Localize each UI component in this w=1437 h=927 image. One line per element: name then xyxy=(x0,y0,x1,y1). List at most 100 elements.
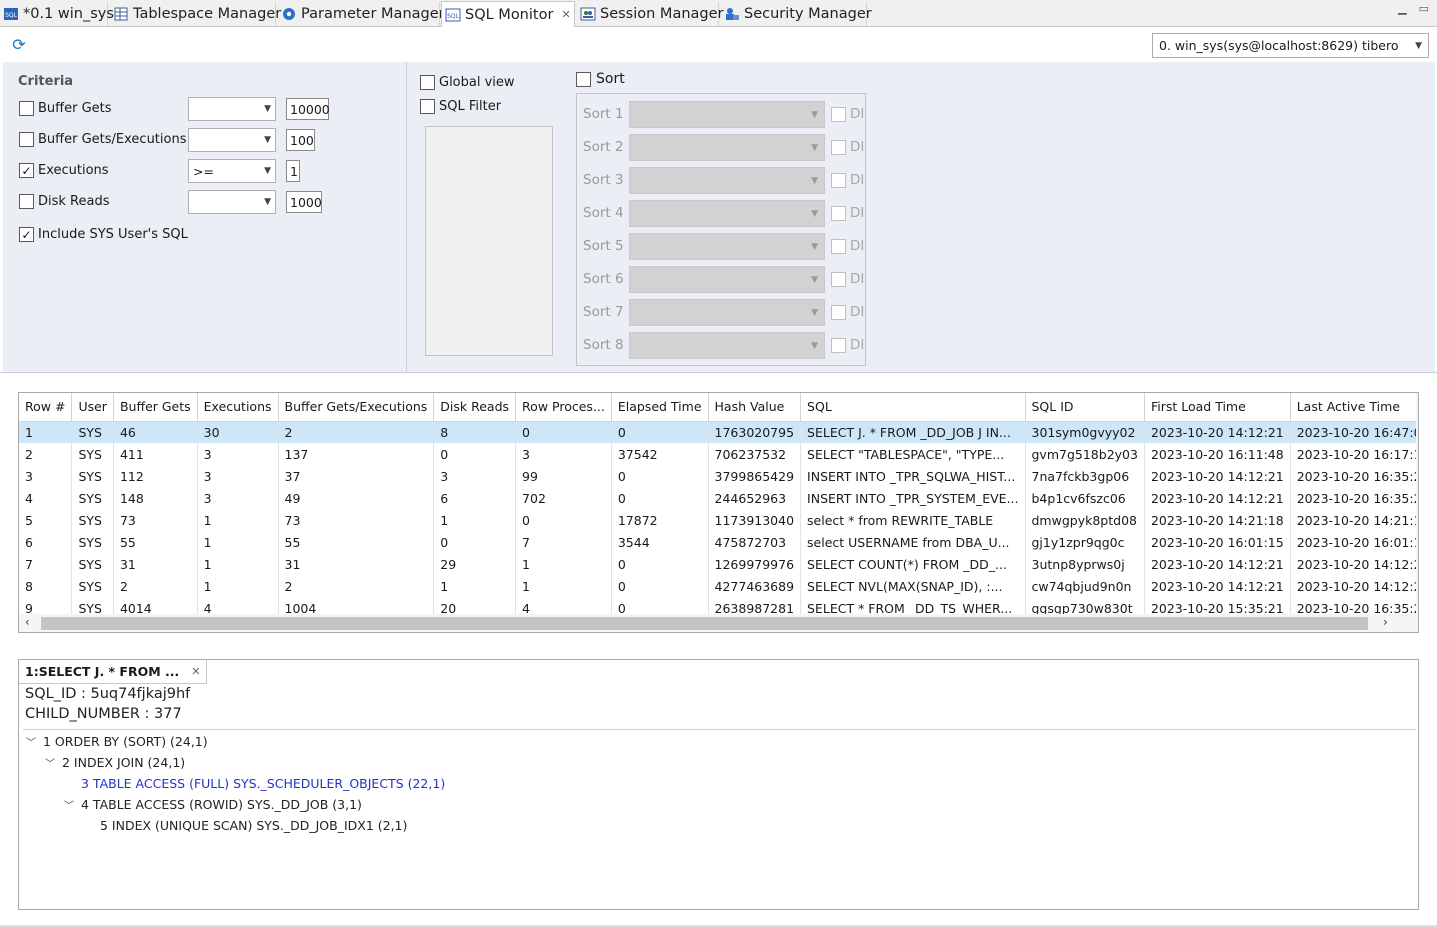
chevron-down-icon[interactable]: ﹀ xyxy=(63,797,75,812)
global-view-option[interactable]: Global view xyxy=(420,75,515,90)
chevron-down-icon[interactable]: ﹀ xyxy=(44,755,56,770)
tab-win-sys[interactable]: SQL *0.1 win_sys xyxy=(0,2,114,26)
maximize-icon[interactable]: ▭ xyxy=(1419,2,1429,15)
sort-3-select[interactable]: ▼ xyxy=(629,167,825,194)
table-row[interactable]: 7 SYS 31 1 31 29 1 0 1269979976 SELECT COUNT(*) F… xyxy=(19,553,1418,575)
horizontal-scrollbar[interactable]: ‹ › xyxy=(19,614,1418,632)
close-icon[interactable]: ✕ xyxy=(561,8,570,21)
executions-value[interactable]: 1 xyxy=(286,160,300,182)
sort-7-desc-checkbox[interactable] xyxy=(831,304,846,320)
disk-reads-option[interactable]: Disk Reads xyxy=(19,194,110,209)
table-cell: 2023-10-20 16:35:2 xyxy=(1290,487,1418,509)
plan-node[interactable]: ﹀ 2 INDEX JOIN (24,1) xyxy=(44,755,185,770)
sort-3-desc[interactable]: DI xyxy=(831,172,864,188)
sort-6-select[interactable]: ▼ xyxy=(629,266,825,293)
col-header-row-num[interactable]: Row # xyxy=(19,393,73,422)
sort-4-select[interactable]: ▼ xyxy=(629,200,825,227)
sql-result-grid[interactable]: Row # User Buffer Gets Executions Buffer… xyxy=(18,392,1419,633)
table-row[interactable]: 4 SYS 148 3 49 6 702 0 244652963 INSERT INTO _TPR… xyxy=(19,487,1418,509)
chevron-down-icon[interactable]: ﹀ xyxy=(25,734,37,749)
refresh-icon[interactable]: ⟳ xyxy=(10,36,28,54)
col-header-buffer-gets[interactable]: Buffer Gets xyxy=(113,393,198,422)
include-sys-option[interactable]: ✓ Include SYS User's SQL xyxy=(19,227,188,242)
table-cell: 99 xyxy=(515,465,612,487)
executions-checkbox[interactable]: ✓ xyxy=(19,163,34,178)
table-cell: 6 xyxy=(433,487,517,509)
buffer-gets-value[interactable]: 10000 xyxy=(286,98,330,120)
sql-filter-textarea[interactable] xyxy=(425,126,553,356)
plan-tab[interactable]: 1:SELECT J. * FROM ... ✕ xyxy=(19,660,208,684)
sort-1-select[interactable]: ▼ xyxy=(629,101,825,128)
sort-4-desc[interactable]: DI xyxy=(831,205,864,221)
plan-node[interactable]: ﹀ 1 ORDER BY (SORT) (24,1) xyxy=(25,734,208,749)
sort-4-desc-checkbox[interactable] xyxy=(831,205,846,221)
col-header-buffer-gets-exec[interactable]: Buffer Gets/Executions xyxy=(278,393,435,422)
sort-2-select[interactable]: ▼ xyxy=(629,134,825,161)
col-header-first-load-time[interactable]: First Load Time xyxy=(1144,393,1291,422)
tab-sql-monitor[interactable]: SQL SQL Monitor ✕ xyxy=(441,1,575,27)
buffer-gets-checkbox[interactable] xyxy=(19,101,34,116)
sort-1-desc-checkbox[interactable] xyxy=(831,106,846,122)
scroll-left-icon[interactable]: ‹ xyxy=(25,615,30,629)
table-row[interactable]: 1 SYS 46 30 2 8 0 0 1763020795 SELECT J. * FROM _… xyxy=(19,421,1418,443)
table-cell: select USERNAME from DBA_U... xyxy=(800,531,1026,553)
col-header-sql[interactable]: SQL xyxy=(800,393,1026,422)
table-row[interactable]: 3 SYS 112 3 37 3 99 0 3799865429 INSERT INTO _TPR… xyxy=(19,465,1418,487)
sort-option[interactable]: Sort xyxy=(576,71,625,87)
sort-5-select[interactable]: ▼ xyxy=(629,233,825,260)
col-header-rows-processed[interactable]: Row Proces... xyxy=(515,393,612,422)
col-header-disk-reads[interactable]: Disk Reads xyxy=(433,393,517,422)
sort-8-desc[interactable]: DI xyxy=(831,337,864,353)
tab-tablespace-manager[interactable]: Tablespace Manager xyxy=(110,2,281,26)
buffer-gets-operator[interactable]: ▼ xyxy=(188,97,276,121)
global-view-checkbox[interactable] xyxy=(420,75,435,90)
close-icon[interactable]: ✕ xyxy=(191,665,200,678)
col-header-executions[interactable]: Executions xyxy=(197,393,279,422)
disk-reads-operator[interactable]: ▼ xyxy=(188,190,276,214)
col-header-last-active-time[interactable]: Last Active Time xyxy=(1290,393,1418,422)
sort-1-desc[interactable]: DI xyxy=(831,106,864,122)
table-row[interactable]: 8 SYS 2 1 2 1 1 0 4277463689 SELECT NVL(MAX(SNAP_… xyxy=(19,575,1418,597)
sql-filter-option[interactable]: SQL Filter xyxy=(420,99,501,114)
buffer-gets-exec-operator[interactable]: ▼ xyxy=(188,128,276,152)
table-row[interactable]: 5 SYS 73 1 73 1 0 17872 1173913040 select * from … xyxy=(19,509,1418,531)
sort-2-desc[interactable]: DI xyxy=(831,139,864,155)
col-header-sql-id[interactable]: SQL ID xyxy=(1025,393,1145,422)
horizontal-scroll-thumb[interactable] xyxy=(41,617,1368,630)
col-header-user[interactable]: User xyxy=(71,393,114,422)
sort-5-desc[interactable]: DI xyxy=(831,238,864,254)
sql-filter-checkbox[interactable] xyxy=(420,99,435,114)
plan-node[interactable]: ﹀ 4 TABLE ACCESS (ROWID) SYS._DD_JOB (3,1… xyxy=(63,797,362,812)
sort-checkbox[interactable] xyxy=(576,71,591,87)
table-row[interactable]: 2 SYS 411 3 137 0 3 37542 706237532 SELECT "TABLE… xyxy=(19,443,1418,465)
buffer-gets-option[interactable]: Buffer Gets xyxy=(19,101,112,116)
sort-7-desc[interactable]: DI xyxy=(831,304,864,320)
buffer-gets-exec-checkbox[interactable] xyxy=(19,132,34,147)
buffer-gets-exec-option[interactable]: Buffer Gets/Executions xyxy=(19,132,186,147)
col-header-elapsed-time[interactable]: Elapsed Time xyxy=(611,393,709,422)
sort-8-select[interactable]: ▼ xyxy=(629,332,825,359)
buffer-gets-exec-value[interactable]: 100 xyxy=(286,129,315,151)
executions-operator[interactable]: >= ▼ xyxy=(188,159,276,183)
tab-security-manager[interactable]: Security Manager xyxy=(721,2,872,26)
tab-parameter-manager[interactable]: Parameter Manager xyxy=(278,2,445,26)
minimize-icon[interactable]: ▁ xyxy=(1398,2,1406,15)
sort-6-desc-checkbox[interactable] xyxy=(831,271,846,287)
connection-select[interactable]: 0. win_sys(sys@localhost:8629) tibero ▼ xyxy=(1152,33,1429,58)
sort-2-desc-checkbox[interactable] xyxy=(831,139,846,155)
executions-option[interactable]: ✓ Executions xyxy=(19,163,109,178)
sort-8-desc-checkbox[interactable] xyxy=(831,337,846,353)
include-sys-checkbox[interactable]: ✓ xyxy=(19,227,34,242)
plan-node[interactable]: 3 TABLE ACCESS (FULL) SYS._SCHEDULER_OBJ… xyxy=(63,776,445,791)
sort-6-desc[interactable]: DI xyxy=(831,271,864,287)
sort-5-desc-checkbox[interactable] xyxy=(831,238,846,254)
sort-3-desc-checkbox[interactable] xyxy=(831,172,846,188)
plan-node[interactable]: 5 INDEX (UNIQUE SCAN) SYS._DD_JOB_IDX1 (… xyxy=(82,818,407,833)
disk-reads-checkbox[interactable] xyxy=(19,194,34,209)
sort-7-select[interactable]: ▼ xyxy=(629,299,825,326)
col-header-hash-value[interactable]: Hash Value xyxy=(708,393,802,422)
scroll-right-icon[interactable]: › xyxy=(1383,615,1388,629)
tab-session-manager[interactable]: Session Manager xyxy=(577,2,724,26)
disk-reads-value[interactable]: 1000 xyxy=(286,191,322,213)
table-row[interactable]: 6 SYS 55 1 55 0 7 3544 475872703 select USERNAME … xyxy=(19,531,1418,553)
